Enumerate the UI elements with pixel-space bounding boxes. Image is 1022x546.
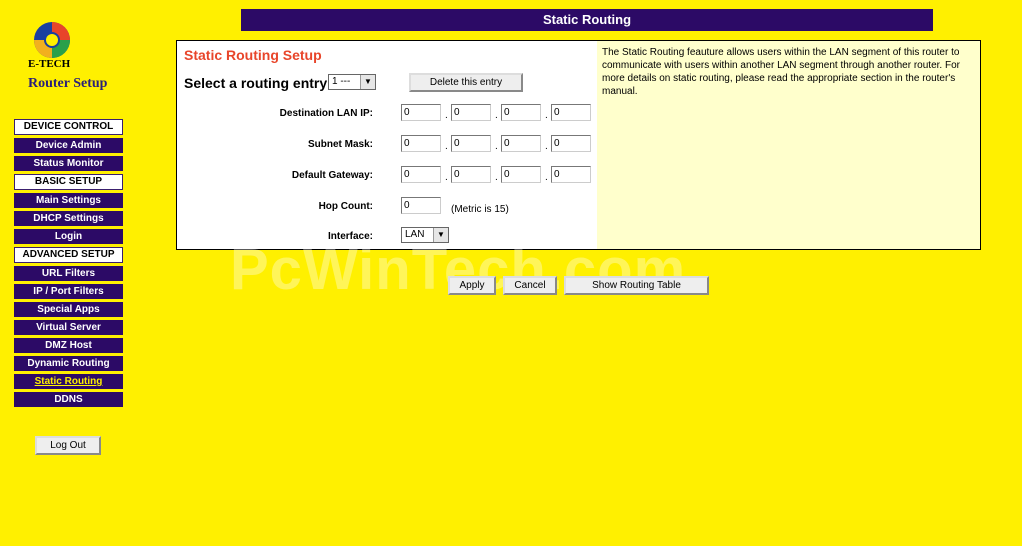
default-gateway-octet-2[interactable]: 0	[451, 166, 491, 183]
nav-section-basic-setup: BASIC SETUP	[14, 174, 123, 190]
routing-entry-select[interactable]: 1 --- ▼	[328, 74, 376, 90]
sidebar-nav: DEVICE CONTROL Device Admin Status Monit…	[14, 119, 123, 410]
default-gateway-octet-1[interactable]: 0	[401, 166, 441, 183]
logo-subtitle: Router Setup	[28, 76, 108, 91]
subnet-mask-octet-3[interactable]: 0	[501, 135, 541, 152]
sidebar-item-status-monitor[interactable]: Status Monitor	[14, 156, 123, 171]
sidebar-item-dynamic-routing[interactable]: Dynamic Routing	[14, 356, 123, 371]
ip-dot: .	[445, 172, 448, 183]
subnet-mask-label: Subnet Mask:	[307, 139, 373, 150]
nav-section-advanced-setup: ADVANCED SETUP	[14, 247, 123, 263]
show-routing-table-button[interactable]: Show Routing Table	[564, 276, 709, 295]
ip-dot: .	[545, 110, 548, 121]
sidebar-item-device-admin[interactable]: Device Admin	[14, 138, 123, 153]
sidebar-item-special-apps[interactable]: Special Apps	[14, 302, 123, 317]
help-text: The Static Routing feauture allows users…	[597, 41, 980, 249]
page-title: Static Routing	[241, 9, 933, 31]
sidebar-item-login[interactable]: Login	[14, 229, 123, 244]
sidebar-item-dhcp-settings[interactable]: DHCP Settings	[14, 211, 123, 226]
router-logo: E-TECH Router Setup	[20, 20, 120, 100]
ip-dot: .	[495, 110, 498, 121]
sidebar-item-static-routing[interactable]: Static Routing	[14, 374, 123, 389]
logout-button[interactable]: Log Out	[35, 436, 101, 455]
routing-entry-value: 1 ---	[332, 76, 351, 87]
default-gateway-octet-3[interactable]: 0	[501, 166, 541, 183]
nav-section-device-control: DEVICE CONTROL	[14, 119, 123, 135]
sidebar-item-virtual-server[interactable]: Virtual Server	[14, 320, 123, 335]
logo-brand: E-TECH	[28, 58, 71, 70]
destination-ip-label: Destination LAN IP:	[279, 108, 373, 119]
delete-entry-button[interactable]: Delete this entry	[409, 73, 523, 92]
static-routing-panel: Static Routing Setup Select a routing en…	[176, 40, 981, 250]
setup-title: Static Routing Setup	[184, 47, 322, 63]
sidebar-item-dmz-host[interactable]: DMZ Host	[14, 338, 123, 353]
destination-ip-octet-3[interactable]: 0	[501, 104, 541, 121]
default-gateway-label: Default Gateway:	[291, 170, 373, 181]
subnet-mask-octet-2[interactable]: 0	[451, 135, 491, 152]
ip-dot: .	[545, 141, 548, 152]
ip-dot: .	[445, 141, 448, 152]
sidebar-item-main-settings[interactable]: Main Settings	[14, 193, 123, 208]
chevron-down-icon[interactable]: ▼	[360, 75, 375, 89]
sidebar-item-ddns[interactable]: DDNS	[14, 392, 123, 407]
cancel-button[interactable]: Cancel	[503, 276, 557, 295]
sidebar-item-url-filters[interactable]: URL Filters	[14, 266, 123, 281]
ip-dot: .	[545, 172, 548, 183]
destination-ip-octet-2[interactable]: 0	[451, 104, 491, 121]
hop-count-note: (Metric is 15)	[451, 204, 509, 215]
default-gateway-octet-4[interactable]: 0	[551, 166, 591, 183]
ip-dot: .	[495, 141, 498, 152]
ip-dot: .	[495, 172, 498, 183]
subnet-mask-octet-1[interactable]: 0	[401, 135, 441, 152]
apply-button[interactable]: Apply	[448, 276, 496, 295]
subnet-mask-octet-4[interactable]: 0	[551, 135, 591, 152]
hop-count-label: Hop Count:	[318, 201, 373, 212]
destination-ip-octet-4[interactable]: 0	[551, 104, 591, 121]
sidebar-item-ip-port-filters[interactable]: IP / Port Filters	[14, 284, 123, 299]
hop-count-input[interactable]: 0	[401, 197, 441, 214]
etech-logo-icon	[34, 22, 70, 58]
ip-dot: .	[445, 110, 448, 121]
destination-ip-octet-1[interactable]: 0	[401, 104, 441, 121]
routing-entry-label: Select a routing entry:	[184, 75, 332, 91]
